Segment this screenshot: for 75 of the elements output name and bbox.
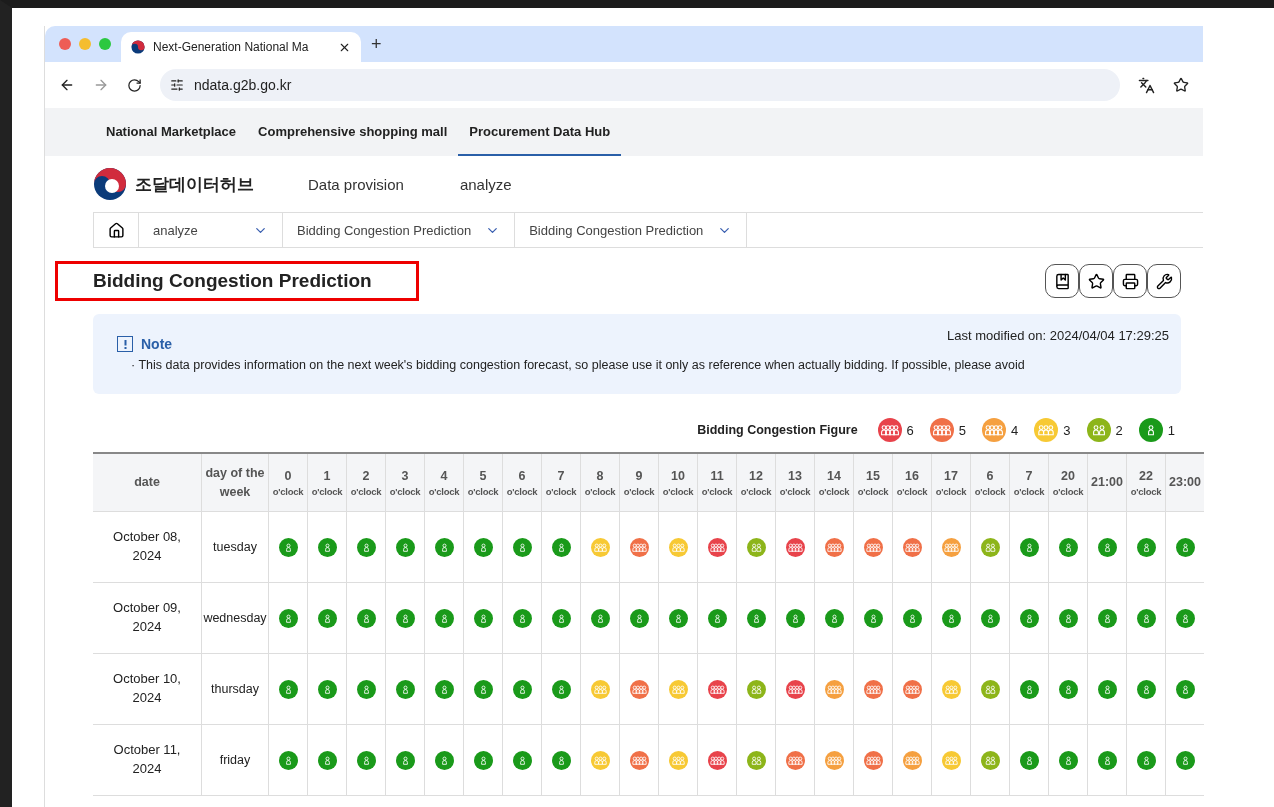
manual-button[interactable]	[1045, 264, 1079, 298]
weekday-cell: friday	[201, 724, 269, 796]
reload-icon[interactable]	[127, 77, 142, 93]
column-header: 2 o'clock	[346, 453, 386, 512]
column-header: 9 o'clock	[619, 453, 659, 512]
column-header: 23:00	[1165, 453, 1204, 512]
date-cell: October 08, 2024	[93, 511, 202, 583]
column-header: 22 o'clock	[1126, 453, 1166, 512]
column-header: 13 o'clock	[775, 453, 815, 512]
back-icon[interactable]	[59, 77, 75, 93]
legend-title: Bidding Congestion Figure	[697, 423, 858, 437]
column-header: 6 o'clock	[502, 453, 542, 512]
column-header: 17 o'clock	[931, 453, 971, 512]
column-header: 12 o'clock	[736, 453, 776, 512]
top-nav-link[interactable]: National Marketplace	[95, 108, 248, 156]
column-header: 3 o'clock	[385, 453, 425, 512]
column-header: 7 o'clock	[1009, 453, 1049, 512]
browser-tab[interactable]: Next-Generation National Ma	[121, 32, 361, 62]
close-window-icon[interactable]	[59, 38, 71, 50]
column-header: 21:00	[1087, 453, 1127, 512]
page-title: Bidding Congestion Prediction	[93, 270, 372, 292]
note-heading: Note	[141, 336, 173, 352]
translate-icon[interactable]	[1138, 76, 1155, 94]
note-text: · This data provides information on the next week's bidding congestion forecast, so please use it only as reference when actually bidding. If possible, please avoid	[131, 358, 1026, 372]
column-header: 0 o'clock	[268, 453, 308, 512]
main-menu-link[interactable]: Data provision	[308, 175, 404, 193]
legend-value: 6	[906, 422, 914, 438]
date-cell: October 10, 2024	[93, 653, 202, 725]
home-button[interactable]	[93, 213, 139, 247]
main-menu-link[interactable]: analyze	[459, 175, 512, 193]
print-button[interactable]	[1113, 264, 1147, 298]
exclamation-icon	[117, 336, 133, 352]
legend-value: 1	[1167, 422, 1175, 438]
legend-value: 4	[1011, 422, 1019, 438]
tab-title: Next-Generation National Ma	[153, 40, 310, 54]
column-header: 4 o'clock	[424, 453, 464, 512]
weekday-cell: wednesday	[201, 582, 269, 654]
column-header: 8 o'clock	[580, 453, 620, 512]
column-header: day of the week	[201, 453, 269, 512]
settings-button[interactable]	[1147, 264, 1181, 298]
book-icon	[1053, 272, 1071, 290]
top-nav-link[interactable]: Procurement Data Hub	[458, 108, 622, 156]
site-logo-text[interactable]: 조달데이터허브	[135, 172, 254, 196]
forward-icon[interactable]	[93, 77, 109, 93]
top-nav-link[interactable]: Comprehensive shopping mall	[247, 108, 459, 156]
weekday-cell: tuesday	[201, 511, 269, 583]
legend-value: 3	[1063, 422, 1071, 438]
wrench-icon	[1155, 272, 1173, 290]
site-favicon-icon	[131, 40, 145, 54]
logo-icon	[93, 167, 127, 201]
column-header: 10 o'clock	[658, 453, 698, 512]
last-modified-text: Last modified on: 2024/04/04 17:29:25	[947, 328, 1169, 345]
date-cell: October 11, 2024	[93, 724, 202, 796]
column-header: 1 o'clock	[307, 453, 347, 512]
legend-value: 2	[1115, 422, 1123, 438]
bookmark-star-icon[interactable]	[1173, 77, 1189, 93]
column-header: 11 o'clock	[697, 453, 737, 512]
home-icon	[107, 221, 125, 239]
new-tab-button[interactable]: +	[371, 33, 382, 55]
column-header: 15 o'clock	[853, 453, 893, 512]
site-settings-icon[interactable]	[170, 78, 184, 92]
weekday-cell: thursday	[201, 653, 269, 725]
date-cell: October 09, 2024	[93, 582, 202, 654]
column-header: 7 o'clock	[541, 453, 581, 512]
column-header: 16 o'clock	[892, 453, 932, 512]
column-header: 20 o'clock	[1048, 453, 1088, 512]
star-icon	[1087, 272, 1105, 290]
legend-value: 5	[958, 422, 967, 438]
favorite-button[interactable]	[1079, 264, 1113, 298]
column-header: 5 o'clock	[463, 453, 503, 512]
column-header: date	[93, 453, 202, 512]
address-bar[interactable]: ndata.g2b.go.kr	[160, 69, 1120, 101]
column-header: 6 o'clock	[970, 453, 1010, 512]
printer-icon	[1121, 272, 1139, 290]
column-header: 14 o'clock	[814, 453, 854, 512]
